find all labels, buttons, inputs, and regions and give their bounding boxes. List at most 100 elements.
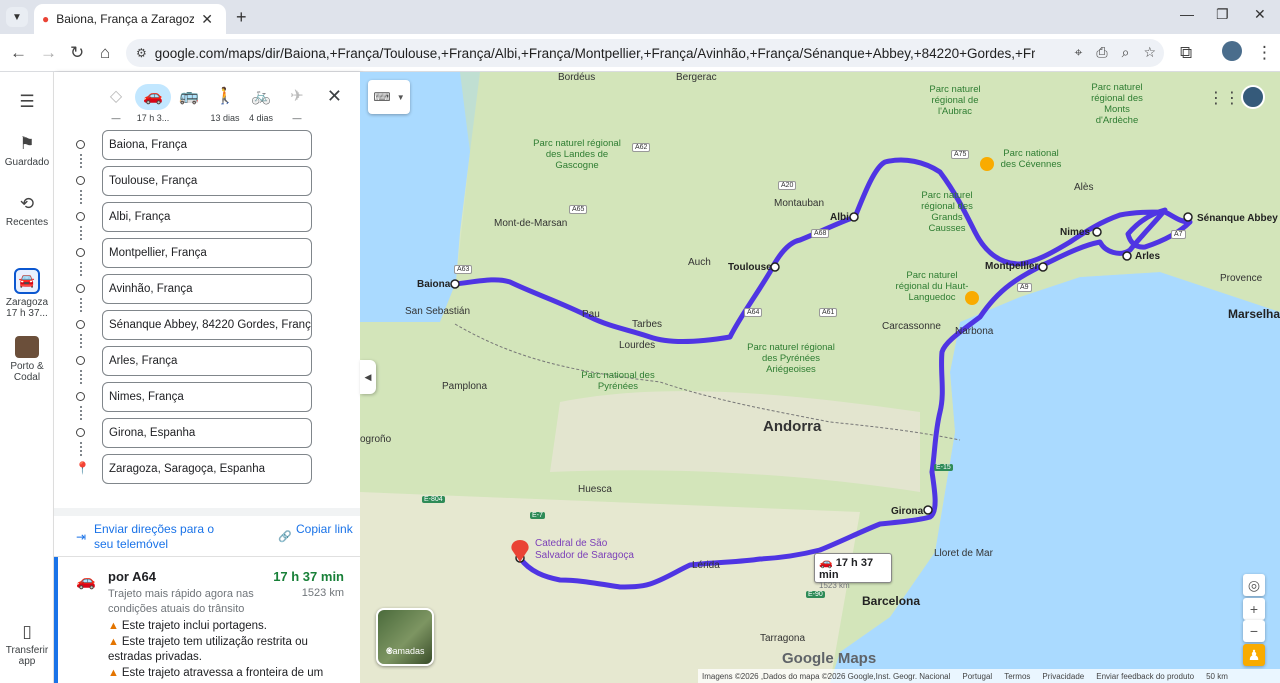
park-label[interactable]: Parc naturel régional du Haut-Languedoc bbox=[892, 270, 972, 303]
city-label[interactable]: Lérida bbox=[692, 560, 720, 571]
mode-car[interactable]: 🚗 17 h 3... bbox=[133, 84, 173, 123]
back-icon[interactable]: ← bbox=[10, 43, 27, 63]
mode-bike[interactable]: 🚲 4 dias bbox=[241, 84, 281, 123]
close-directions-icon[interactable]: ✕ bbox=[327, 86, 342, 107]
city-label[interactable]: Tarbes bbox=[632, 319, 662, 330]
privacy-link[interactable]: Privacidade bbox=[1042, 672, 1084, 681]
my-location-button[interactable]: ◎ bbox=[1243, 574, 1265, 596]
window-close-button[interactable]: ✕ bbox=[1254, 6, 1266, 23]
city-label[interactable]: Sénanque Abbey bbox=[1197, 213, 1278, 224]
city-label[interactable]: San Sebastián bbox=[405, 306, 470, 317]
terms-link[interactable]: Termos bbox=[1004, 672, 1030, 681]
scale-label[interactable]: 50 km bbox=[1206, 672, 1228, 681]
collapse-panel-button[interactable]: ◀ bbox=[360, 360, 376, 394]
menu-button[interactable]: ☰ bbox=[0, 92, 54, 115]
waypoint-input[interactable]: Avinhão, França bbox=[102, 274, 312, 304]
city-label[interactable]: Carcassonne bbox=[882, 321, 941, 332]
site-info-icon[interactable]: ⚙ bbox=[136, 46, 147, 60]
feedback-link[interactable]: Enviar feedback do produto bbox=[1096, 672, 1194, 681]
city-label[interactable]: Marselha bbox=[1228, 307, 1280, 321]
download-app-button[interactable]: ▯ Transferir app bbox=[0, 622, 54, 667]
city-label[interactable]: Lloret de Mar bbox=[934, 548, 993, 559]
zoom-in-button[interactable]: + bbox=[1243, 598, 1265, 620]
waypoint-input[interactable]: Sénanque Abbey, 84220 Gordes, França bbox=[102, 310, 312, 340]
city-label[interactable]: Montauban bbox=[774, 198, 824, 209]
tab-search-button[interactable]: ▼ bbox=[6, 7, 28, 27]
city-label[interactable]: Albi bbox=[830, 212, 849, 223]
layers-button[interactable]: ◈ Camadas bbox=[376, 608, 434, 666]
city-label[interactable]: Auch bbox=[688, 257, 711, 268]
mode-walk[interactable]: 🚶 13 dias bbox=[205, 84, 245, 123]
city-label[interactable]: Lourdes bbox=[619, 340, 655, 351]
profile-avatar[interactable] bbox=[1222, 41, 1242, 61]
maximize-button[interactable]: ❐ bbox=[1216, 6, 1229, 23]
country-label[interactable]: Andorra bbox=[763, 418, 821, 435]
park-label[interactable]: Parc naturel régional des Grands Causses bbox=[916, 190, 978, 234]
saved-button[interactable]: ⚑ Guardado bbox=[0, 134, 54, 168]
park-label[interactable]: Parc naturel régional des Pyrénées Ariég… bbox=[744, 342, 838, 375]
minimize-button[interactable]: — bbox=[1180, 6, 1194, 22]
waypoint-input[interactable]: Nimes, França bbox=[102, 382, 312, 412]
mode-transit[interactable]: 🚌 bbox=[169, 84, 209, 113]
waypoint-input[interactable]: Albi, França bbox=[102, 202, 312, 232]
city-label[interactable]: Tarragona bbox=[760, 633, 805, 644]
waypoint-input[interactable]: Zaragoza, Saragoça, Espanha bbox=[102, 454, 312, 484]
park-label[interactable]: Parc national des Cévennes bbox=[996, 148, 1066, 170]
city-label[interactable]: ogroño bbox=[360, 434, 391, 445]
copy-link[interactable]: Copiar link bbox=[296, 522, 360, 537]
city-label[interactable]: Provence bbox=[1220, 273, 1262, 284]
zoom-out-button[interactable]: − bbox=[1243, 620, 1265, 642]
landmark-label[interactable]: Catedral de São Salvador de Saragoça bbox=[535, 538, 635, 562]
map-canvas[interactable]: Baiona Toulouse Albi Montpellier Nimes A… bbox=[360, 72, 1280, 683]
city-label[interactable]: Pamplona bbox=[442, 381, 487, 392]
city-label[interactable]: Alès bbox=[1074, 182, 1093, 193]
waypoint-input[interactable]: Baiona, França bbox=[102, 130, 312, 160]
trip-button[interactable]: 🚘 Zaragoza 17 h 37... bbox=[0, 268, 54, 319]
park-label[interactable]: Parc national des Pyrénées bbox=[578, 370, 658, 392]
street-view-button[interactable]: ♟ bbox=[1243, 644, 1265, 666]
city-label[interactable]: Huesca bbox=[578, 484, 612, 495]
browser-tab[interactable]: ● Baiona, França a Zaragoza, Saragoça ✕ bbox=[34, 4, 226, 34]
city-label[interactable]: Barcelona bbox=[862, 594, 920, 608]
city-label[interactable]: Arles bbox=[1135, 251, 1160, 262]
omnibox[interactable]: ⚙ google.com/maps/dir/Baiona,+França/Tou… bbox=[126, 39, 1164, 67]
city-label[interactable]: Toulouse bbox=[728, 262, 772, 273]
waypoint-input[interactable]: Girona, Espanha bbox=[102, 418, 312, 448]
send-to-phone-link[interactable]: Enviar direções para o seu telemóvel bbox=[94, 522, 234, 552]
city-label[interactable]: Narbona bbox=[955, 326, 993, 337]
region-link[interactable]: Portugal bbox=[962, 672, 992, 681]
park-label[interactable]: Parc naturel régional de l'Aubrac bbox=[920, 84, 990, 117]
account-avatar[interactable] bbox=[1241, 85, 1265, 109]
city-label[interactable]: Bergerac bbox=[676, 72, 717, 83]
city-label[interactable]: Girona bbox=[891, 506, 923, 517]
new-tab-button[interactable]: + bbox=[236, 7, 247, 28]
tab-close-icon[interactable]: ✕ bbox=[201, 11, 213, 28]
city-label[interactable]: Pau bbox=[582, 309, 600, 320]
waypoint-input[interactable]: Montpellier, França bbox=[102, 238, 312, 268]
city-label[interactable]: Baiona bbox=[417, 279, 450, 290]
zoom-icon[interactable]: ⌕ bbox=[1122, 44, 1130, 61]
waypoint-input[interactable]: Arles, França bbox=[102, 346, 312, 376]
location-icon[interactable]: ⌖ bbox=[1075, 44, 1083, 61]
park-label[interactable]: Parc naturel régional des Landes de Gasc… bbox=[532, 138, 622, 171]
route-info-box[interactable]: 🚗 17 h 37 min 1523 km bbox=[814, 553, 892, 590]
install-icon[interactable]: ⎙ bbox=[1096, 44, 1107, 61]
forward-icon[interactable]: → bbox=[40, 43, 57, 63]
city-label[interactable]: Bordéus bbox=[558, 72, 595, 83]
reload-icon[interactable]: ↻ bbox=[70, 43, 84, 63]
mode-best[interactable]: ◇ — bbox=[96, 84, 136, 123]
city-label[interactable]: Montpellier bbox=[985, 261, 1038, 272]
city-label[interactable]: Mont-de-Marsan bbox=[494, 218, 567, 229]
browser-menu-icon[interactable]: ⋮ bbox=[1256, 43, 1273, 63]
input-tools-button[interactable]: ⌨ ▼ bbox=[368, 80, 410, 114]
waypoint-input[interactable]: Toulouse, França bbox=[102, 166, 312, 196]
park-label[interactable]: Parc naturel régional des Monts d'Ardèch… bbox=[1082, 82, 1152, 126]
extensions-icon[interactable]: ⧉ bbox=[1180, 43, 1192, 63]
mode-flight[interactable]: ✈ — bbox=[277, 84, 317, 123]
home-icon[interactable]: ⌂ bbox=[100, 43, 110, 63]
bookmark-star-icon[interactable]: ☆ bbox=[1143, 44, 1156, 61]
city-label[interactable]: Nimes bbox=[1060, 227, 1090, 238]
recent-button[interactable]: ⟲ Recentes bbox=[0, 194, 54, 228]
route-option[interactable]: 🚗 por A64 17 h 37 min 1523 km Trajeto ma… bbox=[54, 557, 360, 683]
url-text[interactable]: google.com/maps/dir/Baiona,+França/Toulo… bbox=[155, 46, 1035, 61]
